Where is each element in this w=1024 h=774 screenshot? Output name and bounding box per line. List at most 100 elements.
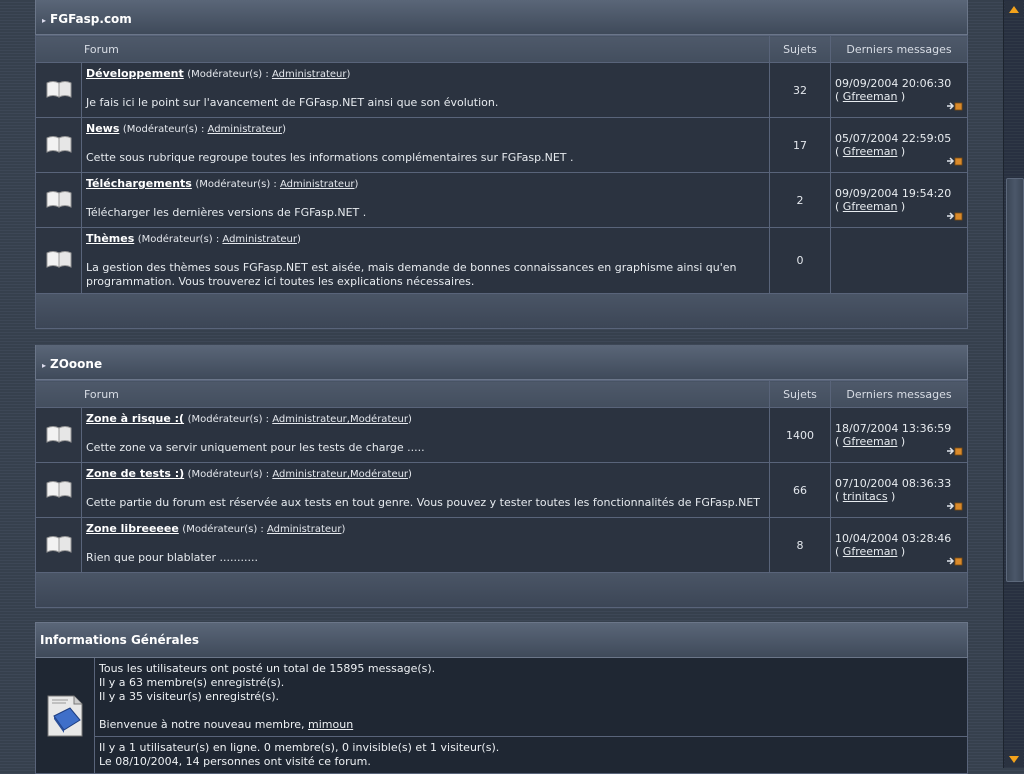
forum-info: Zone à risque :( (Modérateur(s) : Admini… xyxy=(81,407,770,463)
moderators: (Modérateur(s) : Administrateur) xyxy=(187,69,351,80)
arrow-up-icon xyxy=(1009,5,1019,13)
forum-info: Thèmes (Modérateur(s) : Administrateur) … xyxy=(81,227,770,294)
column-topics: Sujets xyxy=(769,35,831,63)
column-forum: Forum xyxy=(35,35,770,63)
forum-description: Rien que pour blablater ........... xyxy=(86,551,258,564)
last-message: 07/10/2004 08:36:33 ( trinitacs ) xyxy=(830,462,968,518)
scroll-up-button[interactable] xyxy=(1005,1,1023,17)
topic-count: 66 xyxy=(769,462,831,518)
info-body: Tous les utilisateurs ont posté un total… xyxy=(35,658,968,774)
category-footer xyxy=(35,573,968,608)
last-poster-link[interactable]: trinitacs xyxy=(843,490,888,503)
open-book-icon xyxy=(46,251,71,268)
moderator-link[interactable]: Administrateur xyxy=(208,124,283,135)
topic-count: 2 xyxy=(769,172,831,228)
info-title: Informations Générales xyxy=(35,622,968,658)
vertical-scrollbar[interactable] xyxy=(1003,0,1024,768)
column-topics: Sujets xyxy=(769,380,831,408)
forum-link[interactable]: Zone de tests :) xyxy=(86,467,184,480)
forum-link[interactable]: Thèmes xyxy=(86,232,134,245)
forum-icon-cell xyxy=(35,117,82,173)
moderator-link[interactable]: Administrateur xyxy=(267,524,342,535)
last-message: 09/09/2004 19:54:20 ( Gfreeman ) xyxy=(830,172,968,228)
scroll-down-button[interactable] xyxy=(1005,751,1023,767)
forum-link[interactable]: Téléchargements xyxy=(86,177,192,190)
open-book-icon xyxy=(46,480,71,498)
last-message-date: 10/04/2004 03:28:46 xyxy=(835,532,952,545)
forum-icon-cell xyxy=(35,407,82,463)
open-book-icon xyxy=(46,190,71,208)
forum-icon-cell xyxy=(35,62,82,118)
last-message-date: 05/07/2004 22:59:05 xyxy=(835,132,952,145)
forum-link[interactable]: Zone à risque :( xyxy=(86,412,184,425)
last-poster-link[interactable]: Gfreeman xyxy=(843,545,898,558)
forum-index: ▸ FGFasp.com Forum Sujets Derniers messag… xyxy=(35,0,968,774)
last-message: 05/07/2004 22:59:05 ( Gfreeman ) xyxy=(830,117,968,173)
arrow-down-icon xyxy=(1009,755,1019,763)
table-header: Forum Sujets Derniers messages xyxy=(35,35,968,63)
last-message-date: 09/09/2004 19:54:20 xyxy=(835,187,952,200)
forum-info: Zone libreeeee (Modérateur(s) : Administ… xyxy=(81,517,770,573)
open-book-icon xyxy=(46,425,71,443)
forum-link[interactable]: Zone libreeeee xyxy=(86,522,179,535)
moderators: (Modérateur(s) : Administrateur) xyxy=(195,179,359,190)
moderator-link[interactable]: Administrateur,Modérateur xyxy=(272,469,408,480)
open-book-icon xyxy=(46,535,71,553)
forum-info: Développement (Modérateur(s) : Administr… xyxy=(81,62,770,118)
new-member-link[interactable]: mimoun xyxy=(308,718,353,731)
moderator-link[interactable]: Administrateur xyxy=(222,234,297,245)
forum-description: Cette partie du forum est réservée aux t… xyxy=(86,496,761,509)
forum-description: Cette zone va servir uniquement pour les… xyxy=(86,441,425,454)
table-header: Forum Sujets Derniers messages xyxy=(35,380,968,408)
moderators: (Modérateur(s) : Administrateur) xyxy=(182,524,346,535)
forum-row: Téléchargements (Modérateur(s) : Adminis… xyxy=(35,172,968,228)
last-poster-link[interactable]: Gfreeman xyxy=(843,145,898,158)
forum-row: Thèmes (Modérateur(s) : Administrateur) … xyxy=(35,227,968,294)
column-last-messages: Derniers messages xyxy=(830,35,968,63)
member-count: Il y a 63 membre(s) enregistré(s). xyxy=(99,676,285,689)
column-forum: Forum xyxy=(35,380,770,408)
moderator-link[interactable]: Administrateur xyxy=(272,69,347,80)
forum-description: Cette sous rubrique regroupe toutes les … xyxy=(86,151,574,164)
last-message-date: 18/07/2004 13:36:59 xyxy=(835,422,952,435)
goto-last-post-icon[interactable] xyxy=(947,501,963,511)
goto-last-post-icon[interactable] xyxy=(947,446,963,456)
column-last-messages: Derniers messages xyxy=(830,380,968,408)
forum-icon-cell xyxy=(35,517,82,573)
topic-count: 0 xyxy=(769,227,831,294)
goto-last-post-icon[interactable] xyxy=(947,211,963,221)
forum-description: La gestion des thèmes sous FGFasp.NET es… xyxy=(86,261,737,288)
forum-info: Téléchargements (Modérateur(s) : Adminis… xyxy=(81,172,770,228)
forum-row: Développement (Modérateur(s) : Administr… xyxy=(35,62,968,118)
moderator-link[interactable]: Administrateur,Modérateur xyxy=(272,414,408,425)
moderators: (Modérateur(s) : Administrateur,Modérate… xyxy=(187,469,412,480)
goto-last-post-icon[interactable] xyxy=(947,101,963,111)
scroll-thumb[interactable] xyxy=(1006,178,1024,582)
forum-icon-cell xyxy=(35,227,82,294)
moderator-link[interactable]: Administrateur xyxy=(280,179,355,190)
last-message: 10/04/2004 03:28:46 ( Gfreeman ) xyxy=(830,517,968,573)
last-poster-link[interactable]: Gfreeman xyxy=(843,435,898,448)
open-book-icon xyxy=(46,135,71,153)
welcome-line: Bienvenue à notre nouveau membre, mimoun xyxy=(99,718,354,731)
info-icon-cell xyxy=(36,658,95,773)
category-footer xyxy=(35,294,968,329)
visitor-count: Il y a 35 visiteur(s) enregistré(s). xyxy=(99,690,280,703)
forum-link[interactable]: Développement xyxy=(86,67,184,80)
last-poster-link[interactable]: Gfreeman xyxy=(843,90,898,103)
goto-last-post-icon[interactable] xyxy=(947,556,963,566)
open-book-icon xyxy=(46,80,71,98)
last-message xyxy=(830,227,968,294)
category-header[interactable]: ▸ FGFasp.com xyxy=(35,0,968,35)
triangle-right-icon: ▸ xyxy=(42,361,47,370)
book-info-icon xyxy=(47,695,83,736)
category-section: ▸ FGFasp.com Forum Sujets Derniers messag… xyxy=(35,0,968,329)
category-header[interactable]: ▸ ZOoone xyxy=(35,345,968,380)
forum-info: Zone de tests :) (Modérateur(s) : Admini… xyxy=(81,462,770,518)
forum-link[interactable]: News xyxy=(86,122,119,135)
category-title: FGFasp.com xyxy=(50,12,132,26)
total-messages: Tous les utilisateurs ont posté un total… xyxy=(99,662,436,675)
goto-last-post-icon[interactable] xyxy=(947,156,963,166)
last-poster-link[interactable]: Gfreeman xyxy=(843,200,898,213)
category-title: ZOoone xyxy=(50,357,103,371)
